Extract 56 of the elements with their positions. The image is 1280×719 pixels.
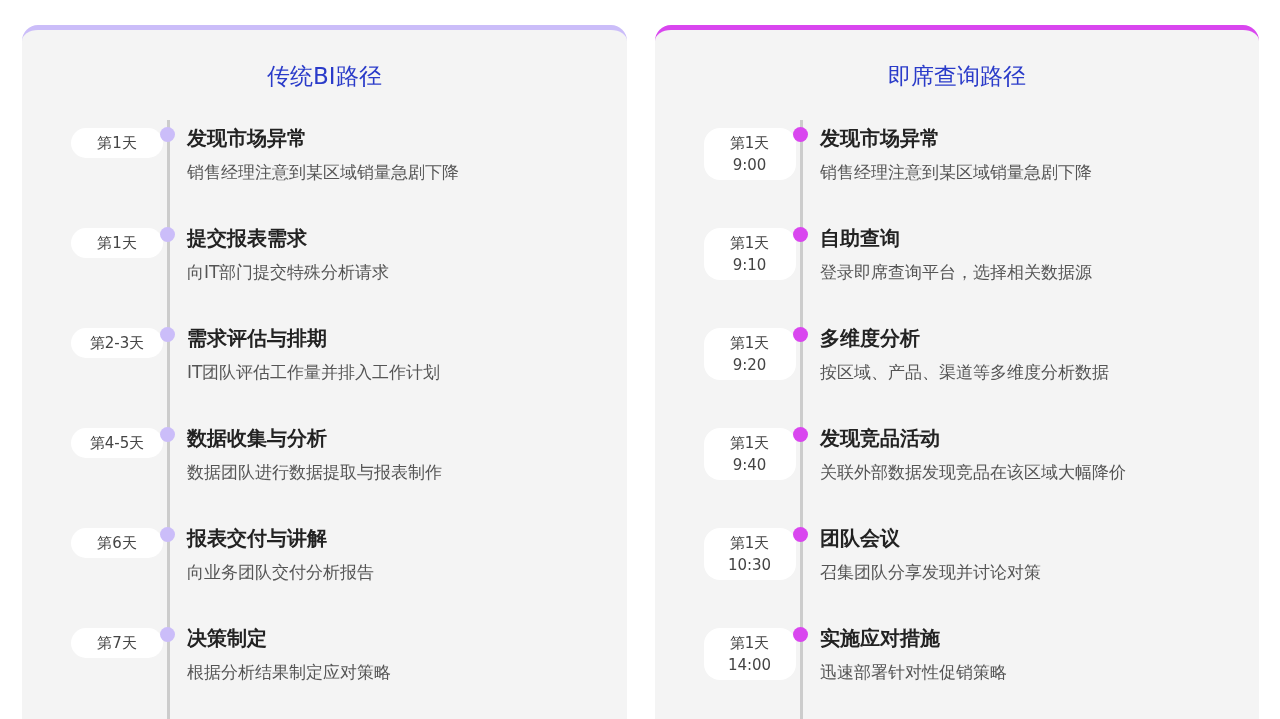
step-description: 按区域、产品、渠道等多维度分析数据 <box>819 361 1110 384</box>
day-label: 第1天 <box>97 133 137 154</box>
step-title: 数据收集与分析 <box>187 425 328 452</box>
step-title: 多维度分析 <box>819 325 921 352</box>
step-description: 迅速部署针对性促销策略 <box>819 661 1008 684</box>
panel-title: 即席查询路径 <box>886 62 1027 91</box>
time-label: 14:00 <box>727 655 772 676</box>
step-title: 实施应对措施 <box>819 625 941 652</box>
step-description: 数据团队进行数据提取与报表制作 <box>187 461 443 484</box>
step-description: 销售经理注意到某区域销量急剧下降 <box>187 161 460 184</box>
day-label: 第6天 <box>97 533 137 554</box>
time-label: 9:10 <box>732 255 767 276</box>
step-description: 向业务团队交付分析报告 <box>187 561 375 584</box>
day-label: 第1天 <box>729 433 770 454</box>
time-label: 9:20 <box>732 355 767 376</box>
time-label: 9:00 <box>732 155 767 176</box>
time-label: 10:30 <box>727 555 772 576</box>
day-label: 第1天 <box>729 333 770 354</box>
step-title: 提交报表需求 <box>187 225 308 252</box>
timeline-dot <box>792 527 808 542</box>
timeline-dot <box>160 527 175 542</box>
day-label: 第1天 <box>729 233 770 254</box>
step-description: IT团队评估工作量并排入工作计划 <box>187 361 442 384</box>
day-label: 第1天 <box>97 233 137 254</box>
step-title: 发现市场异常 <box>819 125 941 152</box>
step-description: 登录即席查询平台，选择相关数据源 <box>819 261 1093 284</box>
time-label: 9:40 <box>732 455 767 476</box>
step-title: 自助查询 <box>819 225 901 252</box>
timeline-dot <box>160 627 175 642</box>
step-title: 决策制定 <box>187 625 268 652</box>
step-title: 需求评估与排期 <box>187 325 328 352</box>
day-label: 第1天 <box>729 133 770 154</box>
day-label: 第1天 <box>729 633 770 654</box>
day-label: 第7天 <box>97 633 137 654</box>
timeline-dot <box>792 327 808 342</box>
timeline-dot <box>792 227 808 242</box>
step-description: 关联外部数据发现竞品在该区域大幅降价 <box>819 461 1127 484</box>
timeline-dot <box>160 327 175 342</box>
day-label: 第2-3天 <box>89 333 145 354</box>
step-description: 向IT部门提交特殊分析请求 <box>187 261 391 284</box>
step-title: 团队会议 <box>819 525 901 552</box>
step-description: 销售经理注意到某区域销量急剧下降 <box>819 161 1093 184</box>
timeline-dot <box>792 427 808 442</box>
step-title: 发现竞品活动 <box>819 425 941 452</box>
timeline-dot <box>792 627 808 642</box>
day-label: 第4-5天 <box>89 433 145 454</box>
timeline-dot <box>160 127 175 142</box>
day-label: 第1天 <box>729 533 770 554</box>
step-description: 根据分析结果制定应对策略 <box>187 661 392 684</box>
timeline-dot <box>160 227 175 242</box>
step-title: 报表交付与讲解 <box>187 525 328 552</box>
timeline-dot <box>160 427 175 442</box>
step-description: 召集团队分享发现并讨论对策 <box>819 561 1042 584</box>
panel-title: 传统BI路径 <box>265 62 383 91</box>
step-title: 发现市场异常 <box>187 125 308 152</box>
timeline-dot <box>792 127 808 142</box>
